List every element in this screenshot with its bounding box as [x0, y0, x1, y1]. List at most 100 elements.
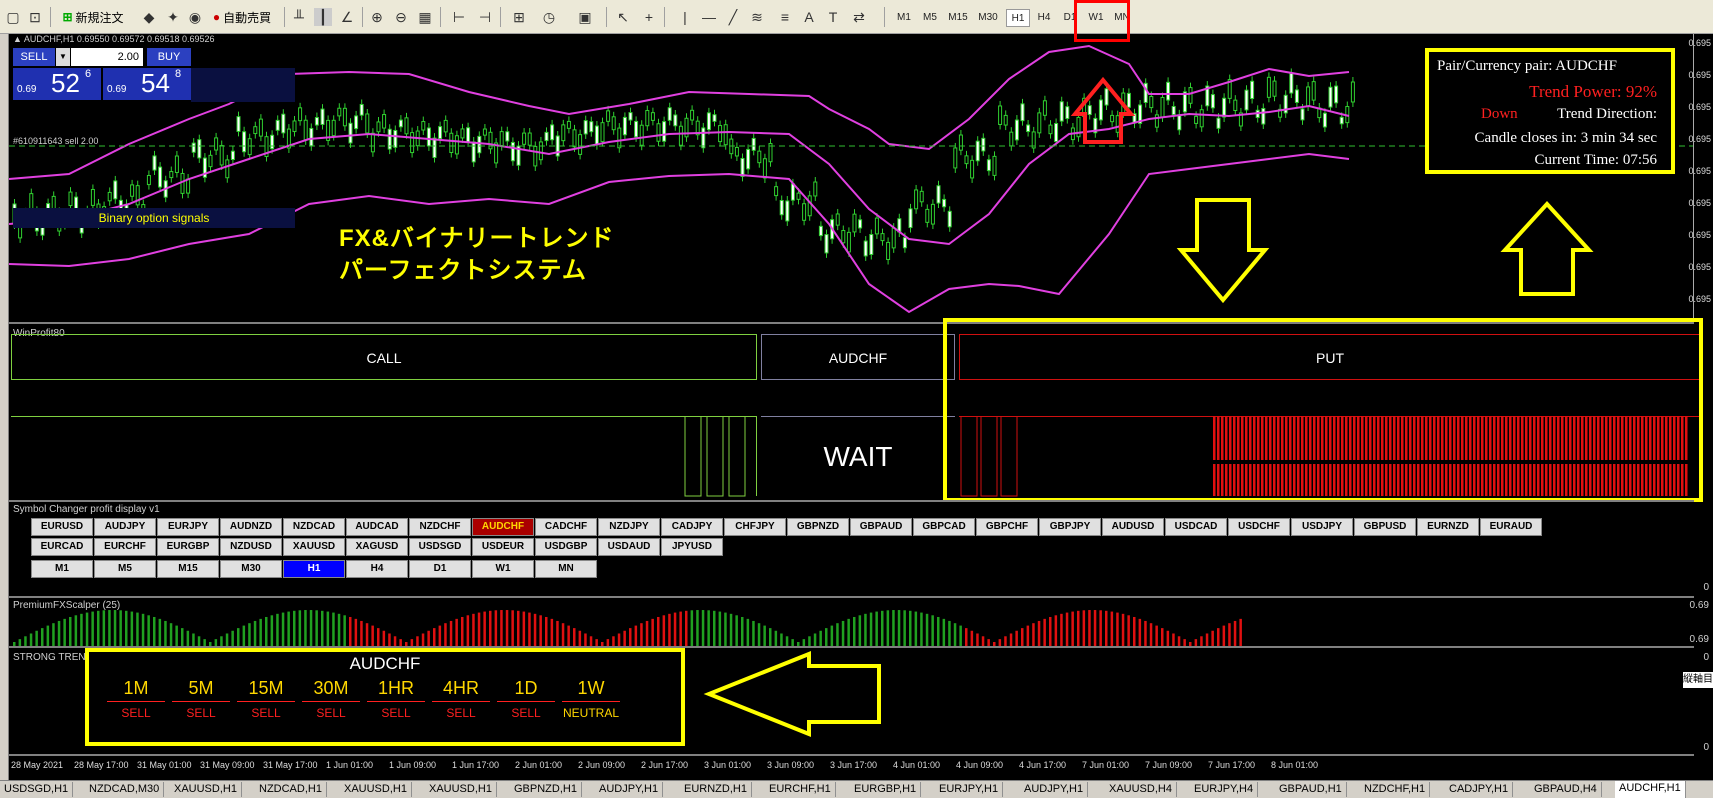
navigator-icon[interactable]: ✦: [164, 8, 182, 26]
tf-m30[interactable]: M30: [974, 9, 1002, 27]
symbol-button-eurgbp[interactable]: EURGBP: [157, 538, 219, 556]
symbol-button-eurjpy[interactable]: EURJPY: [157, 518, 219, 536]
zoom-out-icon[interactable]: ⊖: [392, 8, 410, 26]
symbol-button-audchf[interactable]: AUDCHF: [472, 518, 534, 536]
pane-separator[interactable]: [9, 500, 1694, 502]
line-chart-icon[interactable]: ∠: [338, 8, 356, 26]
symbol-button-eurcad[interactable]: EURCAD: [31, 538, 93, 556]
symbol-button-audnzd[interactable]: AUDNZD: [220, 518, 282, 536]
tf-button-mn[interactable]: MN: [535, 560, 597, 578]
symbol-button-gbpcad[interactable]: GBPCAD: [913, 518, 975, 536]
horizontal-line-icon[interactable]: —: [700, 8, 718, 26]
symbol-button-usdeur[interactable]: USDEUR: [472, 538, 534, 556]
chart-shift-icon[interactable]: ⊣: [476, 8, 494, 26]
chart-tab[interactable]: AUDJPY,H1: [595, 782, 664, 797]
symbol-button-eurusd[interactable]: EURUSD: [31, 518, 93, 536]
chart-tab[interactable]: AUDJPY,H1: [1020, 782, 1089, 797]
symbol-button-jpyusd[interactable]: JPYUSD: [661, 538, 723, 556]
symbol-button-usdchf[interactable]: USDCHF: [1228, 518, 1290, 536]
chart-tab[interactable]: XAUUSD,H1: [170, 782, 242, 797]
zoom-icon[interactable]: ⊡: [26, 8, 44, 26]
terminal-icon[interactable]: ◉: [186, 8, 204, 26]
chart-tab[interactable]: EURCHF,H1: [765, 782, 836, 797]
bar-chart-icon[interactable]: ╨: [290, 8, 308, 26]
tf-button-m5[interactable]: M5: [94, 560, 156, 578]
symbol-button-eurchf[interactable]: EURCHF: [94, 538, 156, 556]
market-watch-icon[interactable]: ◆: [140, 8, 158, 26]
new-chart-icon[interactable]: ▢: [4, 8, 22, 26]
symbol-button-xagusd[interactable]: XAGUSD: [346, 538, 408, 556]
symbol-button-eurnzd[interactable]: EURNZD: [1417, 518, 1479, 536]
symbol-button-xauusd[interactable]: XAUUSD: [283, 538, 345, 556]
symbol-button-usdsgd[interactable]: USDSGD: [409, 538, 471, 556]
pane-separator[interactable]: [9, 596, 1694, 598]
symbol-button-audusd[interactable]: AUDUSD: [1102, 518, 1164, 536]
tf-button-w1[interactable]: W1: [472, 560, 534, 578]
periods-icon[interactable]: ◷: [540, 8, 558, 26]
symbol-button-gbpusd[interactable]: GBPUSD: [1354, 518, 1416, 536]
indicators-icon[interactable]: ⊞: [510, 8, 528, 26]
crosshair-icon[interactable]: +: [640, 8, 658, 26]
arrows-icon[interactable]: ⇄: [850, 8, 868, 26]
chart-tab[interactable]: XAUUSD,H1: [425, 782, 497, 797]
chart-tab[interactable]: NZDCAD,H1: [255, 782, 327, 797]
chart-tab[interactable]: USDSGD,H1: [0, 782, 74, 797]
symbol-button-cadchf[interactable]: CADCHF: [535, 518, 597, 536]
templates-icon[interactable]: ▣: [576, 8, 594, 26]
tf-m5[interactable]: M5: [918, 9, 942, 27]
chart-tab[interactable]: GBPAUD,H4: [1530, 782, 1602, 797]
chart-tab[interactable]: EURNZD,H1: [680, 782, 752, 797]
symbol-button-chfjpy[interactable]: CHFJPY: [724, 518, 786, 536]
symbol-button-gbpaud[interactable]: GBPAUD: [850, 518, 912, 536]
chart-tab[interactable]: AUDCHF,H1: [1615, 781, 1686, 798]
chart-tab[interactable]: GBPAUD,H1: [1275, 782, 1347, 797]
channel-icon[interactable]: ≋: [748, 8, 766, 26]
text-label-icon[interactable]: T: [824, 8, 842, 26]
tf-button-h4[interactable]: H4: [346, 560, 408, 578]
symbol-button-cadjpy[interactable]: CADJPY: [661, 518, 723, 536]
symbol-button-audcad[interactable]: AUDCAD: [346, 518, 408, 536]
chart-tab[interactable]: CADJPY,H1: [1445, 782, 1514, 797]
chart-tab[interactable]: XAUUSD,H1: [340, 782, 412, 797]
cursor-icon[interactable]: ↖: [614, 8, 632, 26]
price-scale[interactable]: 0.695 0.695 0.695 0.695 0.695 0.695 0.69…: [1688, 34, 1713, 322]
tf-h1[interactable]: H1: [1006, 9, 1030, 27]
tile-windows-icon[interactable]: ▦: [416, 8, 434, 26]
autoscroll-icon[interactable]: ⊢: [450, 8, 468, 26]
new-order-button[interactable]: ⊞ 新規注文: [56, 6, 130, 28]
trendline-icon[interactable]: ╱: [724, 8, 742, 26]
symbol-button-nzdchf[interactable]: NZDCHF: [409, 518, 471, 536]
pane-separator[interactable]: [9, 754, 1694, 756]
symbol-button-nzdcad[interactable]: NZDCAD: [283, 518, 345, 536]
candle-chart-icon[interactable]: ┃: [314, 8, 332, 26]
chart-tab[interactable]: EURGBP,H1: [850, 782, 922, 797]
chart-tab[interactable]: EURJPY,H1: [935, 782, 1004, 797]
tf-button-m15[interactable]: M15: [157, 560, 219, 578]
auto-trade-button[interactable]: ● 自動売買: [206, 6, 278, 28]
symbol-button-gbpjpy[interactable]: GBPJPY: [1039, 518, 1101, 536]
symbol-button-nzdusd[interactable]: NZDUSD: [220, 538, 282, 556]
tf-button-d1[interactable]: D1: [409, 560, 471, 578]
chart-tab[interactable]: GBPNZD,H1: [510, 782, 582, 797]
symbol-button-audjpy[interactable]: AUDJPY: [94, 518, 156, 536]
tf-button-m30[interactable]: M30: [220, 560, 282, 578]
tf-m15[interactable]: M15: [944, 9, 972, 27]
chart-tab[interactable]: EURJPY,H4: [1190, 782, 1259, 797]
symbol-button-gbpnzd[interactable]: GBPNZD: [787, 518, 849, 536]
symbol-button-usdaud[interactable]: USDAUD: [598, 538, 660, 556]
vertical-axis-button[interactable]: 縦軸目: [1683, 672, 1713, 688]
zoom-in-icon[interactable]: ⊕: [368, 8, 386, 26]
fibonacci-icon[interactable]: ≡: [776, 8, 794, 26]
symbol-button-euraud[interactable]: EURAUD: [1480, 518, 1542, 536]
tf-h4[interactable]: H4: [1032, 9, 1056, 27]
vertical-line-icon[interactable]: |: [676, 8, 694, 26]
chart-tab[interactable]: NZDCAD,M30: [85, 782, 165, 797]
tf-button-h1[interactable]: H1: [283, 560, 345, 578]
symbol-button-usdcad[interactable]: USDCAD: [1165, 518, 1227, 536]
tf-m1[interactable]: M1: [892, 9, 916, 27]
symbol-button-nzdjpy[interactable]: NZDJPY: [598, 518, 660, 536]
chart-tab[interactable]: NZDCHF,H1: [1360, 782, 1431, 797]
symbol-button-usdgbp[interactable]: USDGBP: [535, 538, 597, 556]
symbol-button-usdjpy[interactable]: USDJPY: [1291, 518, 1353, 536]
text-icon[interactable]: A: [800, 8, 818, 26]
